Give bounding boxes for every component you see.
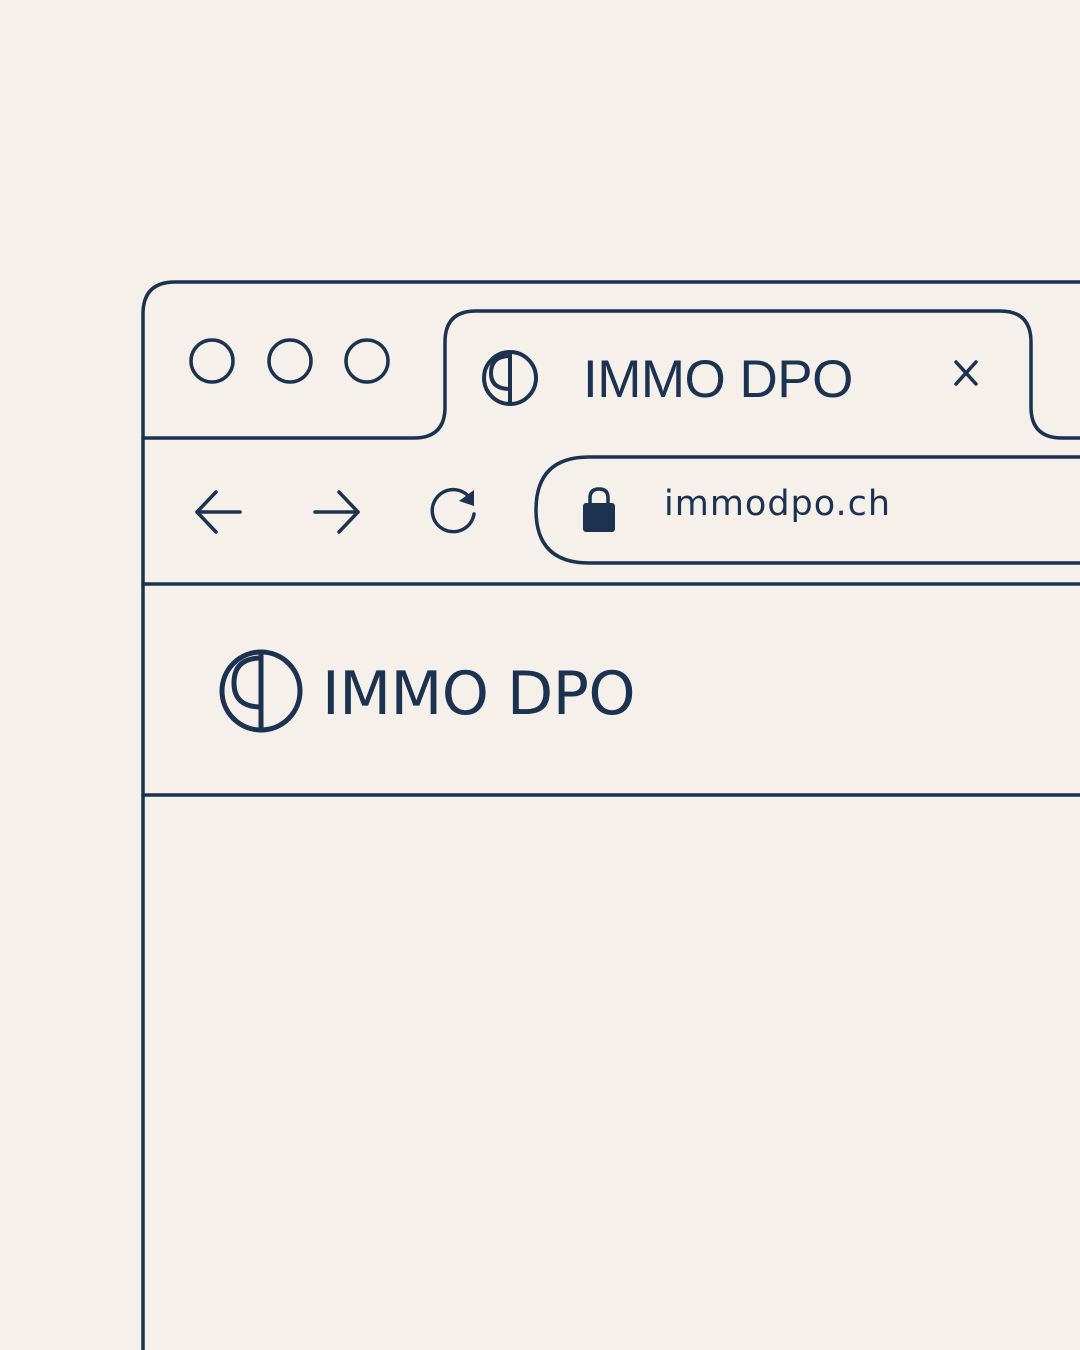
window-minimize-control[interactable] — [267, 338, 313, 384]
window-frame — [141, 280, 1080, 1350]
brand-name: IMMO DPO — [322, 659, 636, 729]
reload-icon[interactable] — [430, 487, 476, 534]
window-close-control[interactable] — [189, 338, 235, 384]
window-maximize-control[interactable] — [344, 338, 390, 384]
arrow-right-icon[interactable] — [313, 490, 360, 534]
tab-title: IMMO DPO — [583, 350, 853, 409]
arrow-left-icon[interactable] — [195, 490, 242, 534]
brand-logo-icon — [219, 649, 303, 733]
url-input[interactable]: immodpo.ch — [664, 487, 891, 522]
